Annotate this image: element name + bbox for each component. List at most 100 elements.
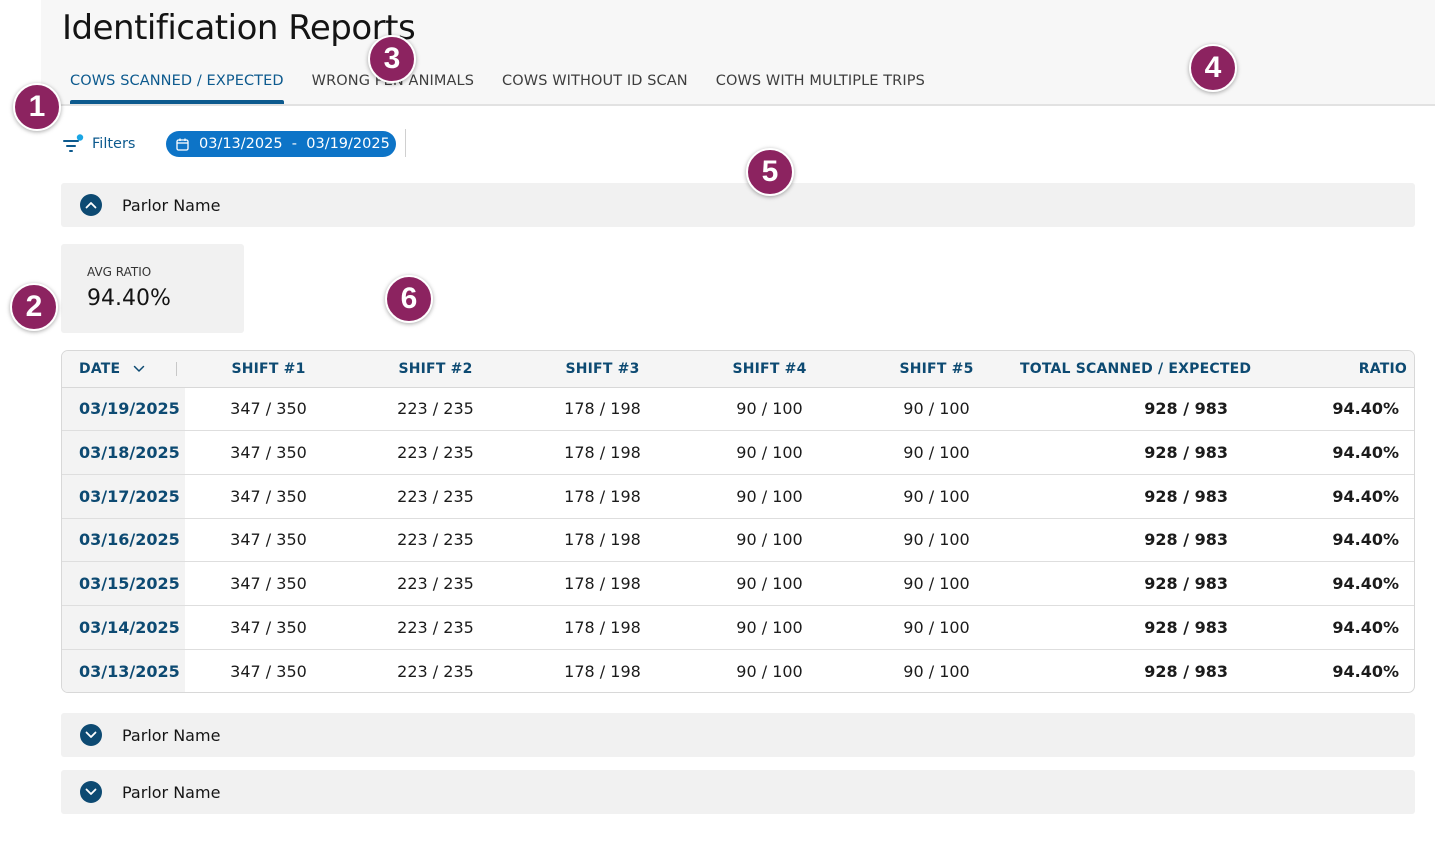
row-shift-5: 90 / 100 xyxy=(853,518,1020,563)
report-table: DATE SHIFT #1 SHIFT #2 SHIFT #3 SHIFT #4… xyxy=(61,350,1415,693)
annotation-marker-1: 1 xyxy=(13,83,61,131)
annotation-marker-6: 6 xyxy=(385,275,433,323)
tab-cows-scanned-expected[interactable]: COWS SCANNED / EXPECTED xyxy=(62,70,292,104)
row-shift-5: 90 / 100 xyxy=(853,430,1020,475)
table-row: 03/15/2025 347 / 350 223 / 235 178 / 198… xyxy=(62,561,1414,606)
row-shift-3: 178 / 198 xyxy=(519,561,686,606)
parlor-name: Parlor Name xyxy=(122,782,221,802)
header-separator xyxy=(176,362,177,376)
row-ratio: 94.40% xyxy=(1332,661,1399,681)
date-range-chip[interactable]: 03/13/2025 - 03/19/2025 xyxy=(166,131,396,157)
page-title: Identification Reports xyxy=(62,8,416,48)
row-shift-1: 347 / 350 xyxy=(185,387,352,432)
filter-icon xyxy=(62,134,84,154)
chevron-down-icon[interactable] xyxy=(80,724,102,746)
table-row: 03/16/2025 347 / 350 223 / 235 178 / 198… xyxy=(62,518,1414,563)
annotation-marker-5: 5 xyxy=(746,148,794,196)
row-shift-1: 347 / 350 xyxy=(185,605,352,650)
row-shift-3: 178 / 198 xyxy=(564,661,641,681)
avg-ratio-value: 94.40% xyxy=(87,286,171,311)
row-total: 928 / 983 xyxy=(1020,605,1250,650)
row-shift-5: 90 / 100 xyxy=(853,561,1020,606)
column-header-shift-2: SHIFT #2 xyxy=(352,351,519,388)
row-shift-3: 178 / 198 xyxy=(519,605,686,650)
row-ratio: 94.40% xyxy=(1250,387,1414,432)
row-shift-1: 347 / 350 xyxy=(185,518,352,563)
column-header-shift-4: SHIFT #4 xyxy=(686,351,853,388)
table-row: 03/18/2025 347 / 350 223 / 235 178 / 198… xyxy=(62,430,1414,475)
row-shift-5: 90 / 100 xyxy=(853,474,1020,519)
row-total: 928 / 983 xyxy=(1020,387,1250,432)
row-shift-4: 90 / 100 xyxy=(686,605,853,650)
chevron-down-icon[interactable] xyxy=(133,365,145,373)
row-date[interactable]: 03/18/2025 xyxy=(62,430,185,475)
parlor-section-header[interactable]: Parlor Name xyxy=(61,183,1415,227)
annotation-marker-3: 3 xyxy=(368,35,416,83)
row-ratio: 94.40% xyxy=(1250,430,1414,475)
column-header-ratio: RATIO xyxy=(1250,351,1414,388)
row-total: 928 / 983 xyxy=(1020,474,1250,519)
row-date[interactable]: 03/14/2025 xyxy=(62,605,185,650)
parlor-section-header[interactable]: Parlor Name xyxy=(61,770,1415,814)
filters-button[interactable]: Filters xyxy=(62,131,135,157)
row-shift-4: 90 / 100 xyxy=(686,518,853,563)
row-date[interactable]: 03/17/2025 xyxy=(62,474,185,519)
row-shift-4: 90 / 100 xyxy=(736,661,803,681)
row-shift-4: 90 / 100 xyxy=(686,387,853,432)
filters-label: Filters xyxy=(92,136,136,152)
row-date[interactable]: 03/16/2025 xyxy=(62,518,185,563)
avg-ratio-label: AVG RATIO xyxy=(87,265,152,279)
row-date[interactable]: 03/13/2025 xyxy=(62,649,185,692)
row-total: 928 / 983 xyxy=(1144,661,1228,681)
row-date[interactable]: 03/15/2025 xyxy=(62,561,185,606)
column-header-date[interactable]: DATE xyxy=(62,351,185,388)
table-row: 03/19/2025 347 / 350 223 / 235 178 / 198… xyxy=(62,387,1414,432)
row-shift-2: 223 / 235 xyxy=(352,430,519,475)
row-shift-2: 223 / 235 xyxy=(397,661,474,681)
parlor-section-header[interactable]: Parlor Name xyxy=(61,713,1415,757)
column-header-shift-3: SHIFT #3 xyxy=(519,351,686,388)
column-header-shift-1: SHIFT #1 xyxy=(185,351,352,388)
row-shift-2: 223 / 235 xyxy=(352,605,519,650)
report-tabs: COWS SCANNED / EXPECTED WRONG PEN ANIMAL… xyxy=(62,70,945,104)
row-shift-1: 347 / 350 xyxy=(185,430,352,475)
row-shift-5: 90 / 100 xyxy=(903,661,970,681)
row-ratio: 94.40% xyxy=(1250,561,1414,606)
table-row: 03/13/2025 347 / 350 223 / 235 178 / 198… xyxy=(62,649,1414,692)
filter-divider xyxy=(405,129,406,157)
date-range-text: 03/13/2025 - 03/19/2025 xyxy=(199,136,390,152)
parlor-name: Parlor Name xyxy=(122,195,221,215)
column-header-date-label: DATE xyxy=(79,360,121,377)
row-shift-2: 223 / 235 xyxy=(352,474,519,519)
tab-cows-without-id-scan[interactable]: COWS WITHOUT ID SCAN xyxy=(494,70,696,104)
row-total: 928 / 983 xyxy=(1020,430,1250,475)
annotation-marker-2: 2 xyxy=(10,283,58,331)
row-shift-1: 347 / 350 xyxy=(185,474,352,519)
row-shift-2: 223 / 235 xyxy=(352,387,519,432)
column-header-shift-5: SHIFT #5 xyxy=(853,351,1020,388)
avg-ratio-card: AVG RATIO 94.40% xyxy=(61,244,244,333)
row-date[interactable]: 03/19/2025 xyxy=(62,387,185,432)
row-shift-3: 178 / 198 xyxy=(519,474,686,519)
row-shift-5: 90 / 100 xyxy=(853,605,1020,650)
table-row: 03/17/2025 347 / 350 223 / 235 178 / 198… xyxy=(62,474,1414,519)
row-shift-3: 178 / 198 xyxy=(519,518,686,563)
row-shift-2: 223 / 235 xyxy=(352,518,519,563)
row-shift-2: 223 / 235 xyxy=(352,561,519,606)
row-shift-1: 347 / 350 xyxy=(185,561,352,606)
parlor-name: Parlor Name xyxy=(122,725,221,745)
row-shift-3: 178 / 198 xyxy=(519,430,686,475)
table-row: 03/14/2025 347 / 350 223 / 235 178 / 198… xyxy=(62,605,1414,650)
calendar-icon xyxy=(176,138,189,151)
row-shift-4: 90 / 100 xyxy=(686,430,853,475)
annotation-marker-4: 4 xyxy=(1189,44,1237,92)
row-shift-1: 347 / 350 xyxy=(230,661,307,681)
tab-cows-with-multiple-trips[interactable]: COWS WITH MULTIPLE TRIPS xyxy=(708,70,933,104)
row-ratio: 94.40% xyxy=(1250,605,1414,650)
row-ratio: 94.40% xyxy=(1250,474,1414,519)
row-shift-4: 90 / 100 xyxy=(686,561,853,606)
table-header-row: DATE SHIFT #1 SHIFT #2 SHIFT #3 SHIFT #4… xyxy=(62,351,1414,388)
chevron-up-icon[interactable] xyxy=(80,194,102,216)
chevron-down-icon[interactable] xyxy=(80,781,102,803)
column-header-total: TOTAL SCANNED / EXPECTED xyxy=(1020,351,1251,388)
